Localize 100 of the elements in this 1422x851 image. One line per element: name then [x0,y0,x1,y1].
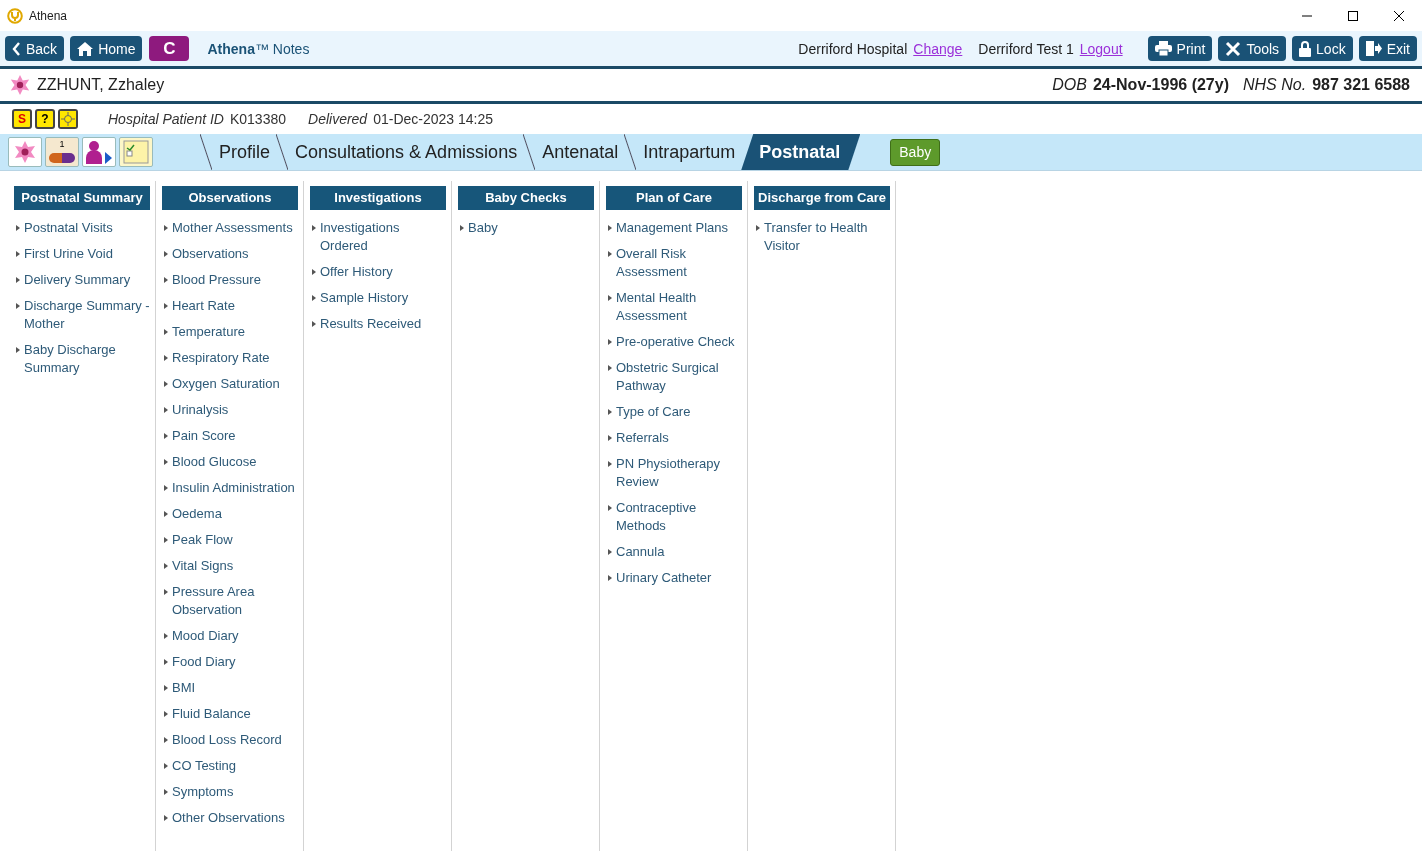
menu-link[interactable]: Blood Loss Record [172,731,282,749]
dob-label: DOB [1052,76,1087,94]
menu-link[interactable]: Delivery Summary [24,271,131,289]
menu-link[interactable]: Offer History [320,263,393,281]
bullet-icon [312,295,316,301]
delivered-label: Delivered [308,111,368,127]
home-icon [77,41,94,56]
lock-button[interactable]: Lock [1292,36,1353,61]
bullet-icon [164,789,168,795]
menu-link[interactable]: BMI [172,679,196,697]
bullet-icon [312,321,316,327]
chevron-left-icon [12,41,21,56]
bullet-icon [164,537,168,543]
menu-link[interactable]: Other Observations [172,809,285,827]
menu-link[interactable]: CO Testing [172,757,237,775]
menu-link[interactable]: Results Received [320,315,422,333]
bullet-icon [164,355,168,361]
bullet-icon [164,685,168,691]
menu-link[interactable]: Pre-operative Check [616,333,735,351]
menu-link[interactable]: Fluid Balance [172,705,251,723]
menu-link[interactable]: Type of Care [616,403,691,421]
person-arrow-icon [85,140,113,164]
menu-link[interactable]: Discharge Summary - Mother [24,297,150,333]
bullet-icon [312,269,316,275]
bullet-icon [164,589,168,595]
menu-link[interactable]: Oedema [172,505,222,523]
menu-link[interactable]: PN Physiotherapy Review [616,455,742,491]
bullet-icon [608,409,612,415]
bullet-icon [312,225,316,231]
change-link[interactable]: Change [913,40,963,57]
bullet-icon [16,277,20,283]
menu-link[interactable]: Oxygen Saturation [172,375,280,393]
menu-link[interactable]: Symptoms [172,783,234,801]
menu-link[interactable]: Management Plans [616,219,728,237]
menu-link[interactable]: Mood Diary [172,627,239,645]
medication-button[interactable]: 1 [45,137,79,167]
menu-link[interactable]: Investigations Ordered [320,219,446,255]
print-button[interactable]: Print [1147,36,1213,61]
section-heading: Investigations [310,186,446,210]
bullet-icon [16,251,20,257]
menu-link[interactable]: Urinalysis [172,401,229,419]
back-button[interactable]: Back [5,36,65,61]
bullet-icon [608,225,612,231]
menu-link[interactable]: Overall Risk Assessment [616,245,742,281]
menu-link[interactable]: Contraceptive Methods [616,499,742,535]
bullet-icon [608,575,612,581]
menu-link[interactable]: Food Diary [172,653,236,671]
menu-link[interactable]: Pressure Area Observation [172,583,298,619]
menu-link[interactable]: Referrals [616,429,669,447]
nhs-label: NHS No. [1243,76,1307,94]
bullet-icon [164,459,168,465]
bullet-icon [608,505,612,511]
menu-link[interactable]: Baby [468,219,498,237]
menu-link[interactable]: First Urine Void [24,245,113,263]
nhs-number: 987 321 6588 [1312,76,1410,94]
menu-link[interactable]: Heart Rate [172,297,235,315]
bullet-icon [164,433,168,439]
menu-link[interactable]: Transfer to Health Visitor [764,219,890,255]
menu-link[interactable]: Respiratory Rate [172,349,270,367]
s-alert-icon: S [12,109,32,129]
patient-name: ZZHUNT, Zzhaley [37,76,166,94]
menu-link[interactable]: Cannula [616,543,665,561]
menu-link[interactable]: Temperature [172,323,245,341]
menu-link[interactable]: Baby Discharge Summary [24,341,150,377]
exit-button[interactable]: Exit [1358,36,1417,61]
bullet-icon [16,225,20,231]
menu-link[interactable]: Mother Assessments [172,219,293,237]
menu-link[interactable]: Obstetric Surgical Pathway [616,359,742,395]
menu-link[interactable]: Postnatal Visits [24,219,113,237]
menu-link[interactable]: Observations [172,245,249,263]
menu-link[interactable]: Vital Signs [172,557,234,575]
flower-button[interactable] [8,137,42,167]
menu-link[interactable]: Blood Pressure [172,271,261,289]
menu-link[interactable]: Mental Health Assessment [616,289,742,325]
section-heading: Discharge from Care [754,186,890,210]
menu-link[interactable]: Peak Flow [172,531,233,549]
bullet-icon [164,225,168,231]
bullet-icon [608,339,612,345]
menu-link[interactable]: Sample History [320,289,409,307]
sun-icon [58,109,78,129]
person-button[interactable] [82,137,116,167]
home-button[interactable]: Home [70,36,143,61]
tab[interactable]: Postnatal [741,134,861,170]
flower-icon [13,140,37,164]
menu-link[interactable]: Pain Score [172,427,236,445]
bullet-icon [164,633,168,639]
bullet-icon [608,435,612,441]
menu-link[interactable]: Blood Glucose [172,453,257,471]
bullet-icon [608,365,612,371]
bullet-icon [164,407,168,413]
bullet-icon [164,659,168,665]
window-title: Athena [29,8,69,23]
hospital-id: K013380 [229,111,286,127]
logout-link[interactable]: Logout [1079,40,1123,57]
menu-link[interactable]: Insulin Administration [172,479,295,497]
user-name: Derriford Test 1 [978,40,1074,57]
tools-button[interactable]: Tools [1218,36,1287,61]
c-button[interactable]: C [149,36,190,61]
menu-link[interactable]: Urinary Catheter [616,569,712,587]
exit-icon [1365,41,1382,56]
